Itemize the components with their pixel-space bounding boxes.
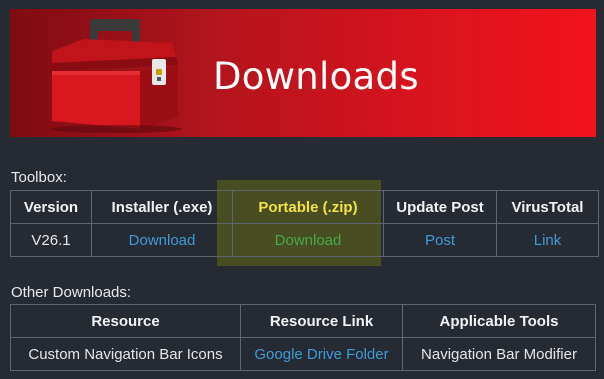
table-header-row: Version Installer (.exe) Portable (.zip)… bbox=[10, 190, 599, 224]
installer-download-link[interactable]: Download bbox=[129, 232, 196, 249]
installer-cell: Download bbox=[91, 223, 233, 257]
table-header-row: Resource Resource Link Applicable Tools bbox=[10, 304, 596, 338]
toolbox-table: Version Installer (.exe) Portable (.zip)… bbox=[10, 190, 599, 257]
col-header-installer: Installer (.exe) bbox=[91, 190, 233, 224]
google-drive-folder-link[interactable]: Google Drive Folder bbox=[254, 346, 388, 363]
applicable-tools-cell: Navigation Bar Modifier bbox=[402, 337, 596, 371]
resource-link-cell: Google Drive Folder bbox=[240, 337, 403, 371]
col-header-portable: Portable (.zip) bbox=[232, 190, 384, 224]
other-downloads-table: Resource Resource Link Applicable Tools … bbox=[10, 304, 596, 371]
portable-download-link[interactable]: Download bbox=[275, 232, 342, 249]
virustotal-link[interactable]: Link bbox=[534, 232, 562, 249]
resource-cell: Custom Navigation Bar Icons bbox=[10, 337, 241, 371]
col-header-applicable-tools: Applicable Tools bbox=[402, 304, 596, 338]
update-post-cell: Post bbox=[383, 223, 497, 257]
portable-cell: Download bbox=[232, 223, 384, 257]
update-post-link[interactable]: Post bbox=[425, 232, 455, 249]
table-row: Custom Navigation Bar Icons Google Drive… bbox=[10, 337, 596, 371]
toolbox-icon bbox=[50, 19, 182, 133]
version-cell: V26.1 bbox=[10, 223, 92, 257]
other-downloads-label: Other Downloads: bbox=[11, 284, 132, 301]
col-header-virustotal: VirusTotal bbox=[496, 190, 599, 224]
col-header-update-post: Update Post bbox=[383, 190, 497, 224]
table-row: V26.1 Download Download Post Link bbox=[10, 223, 599, 257]
col-header-resource: Resource bbox=[10, 304, 241, 338]
toolbox-label: Toolbox: bbox=[11, 169, 67, 186]
downloads-banner: Downloads bbox=[10, 9, 596, 137]
col-header-resource-link: Resource Link bbox=[240, 304, 403, 338]
col-header-version: Version bbox=[10, 190, 92, 224]
virustotal-cell: Link bbox=[496, 223, 599, 257]
page-title: Downloads bbox=[213, 55, 419, 98]
